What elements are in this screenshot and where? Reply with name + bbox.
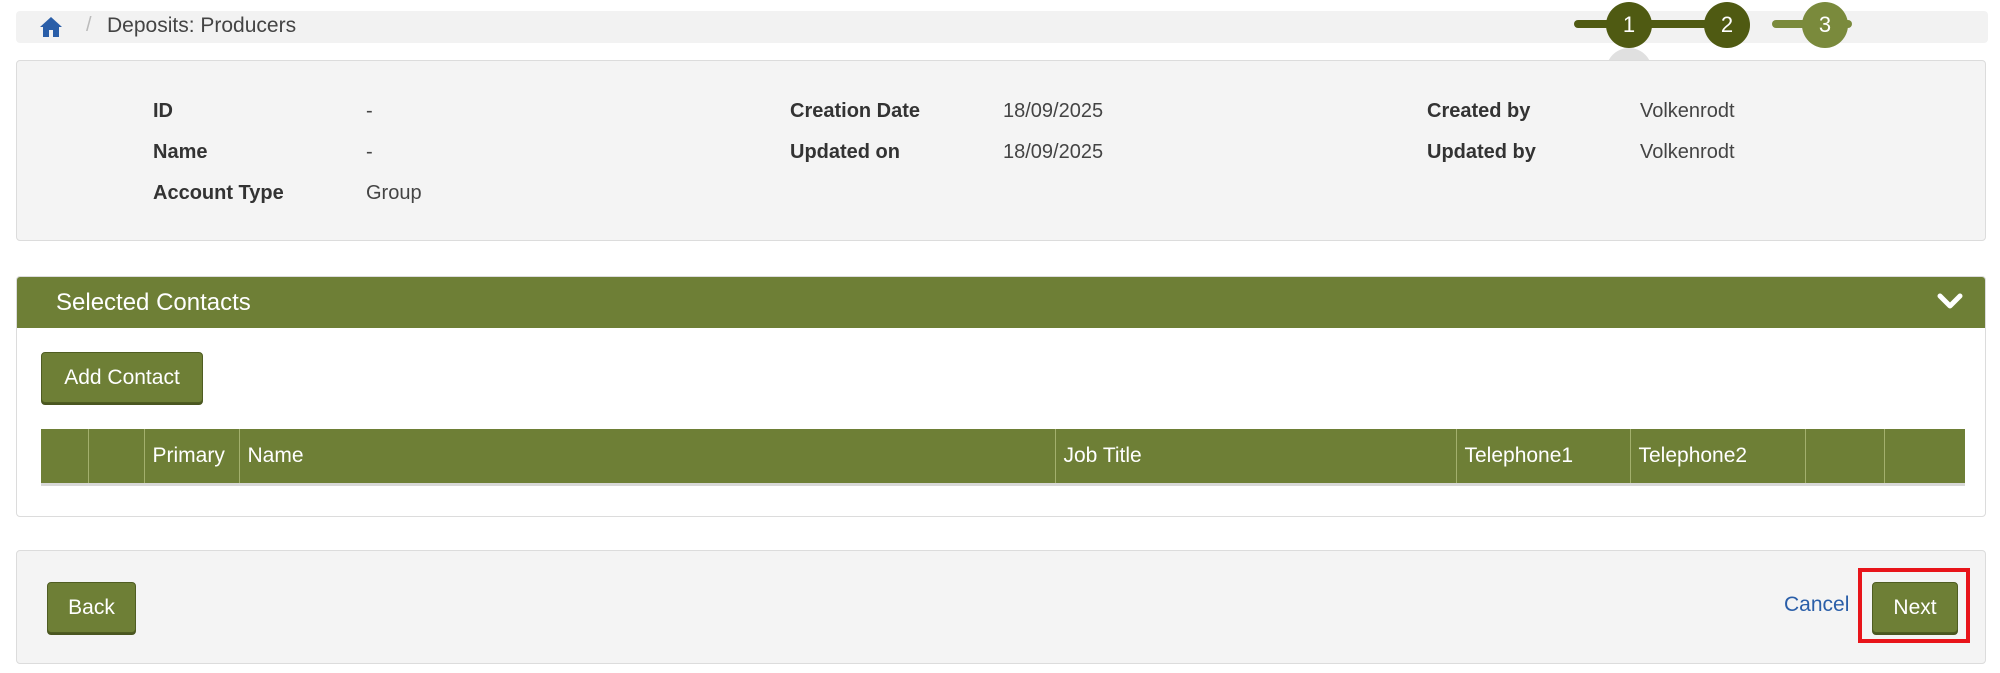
step-1[interactable]: 1: [1606, 2, 1652, 48]
step-2[interactable]: 2: [1704, 2, 1750, 48]
breadcrumb-current: Deposits: Producers: [107, 14, 297, 37]
contacts-panel-title: Selected Contacts: [56, 289, 251, 316]
column-header-primary[interactable]: Primary: [143, 429, 239, 484]
creation-date-label: Creation Date: [790, 100, 921, 122]
selected-contacts-panel: Selected Contacts Add Contact Primary Na…: [16, 276, 1986, 517]
column-header-icon[interactable]: [87, 429, 144, 484]
creation-date-value: 18/09/2025: [1003, 100, 1104, 122]
contacts-panel-header[interactable]: Selected Contacts: [17, 277, 1985, 328]
step-3[interactable]: 3: [1802, 2, 1848, 48]
name-label: Name: [153, 141, 208, 163]
back-button[interactable]: Back: [47, 582, 136, 633]
account-type-value: Group: [366, 182, 422, 204]
updated-on-value: 18/09/2025: [1003, 141, 1104, 163]
updated-on-label: Updated on: [790, 141, 900, 163]
id-label: ID: [153, 100, 173, 122]
column-header-job-title[interactable]: Job Title: [1054, 429, 1456, 484]
name-value: -: [366, 141, 373, 163]
home-icon[interactable]: [39, 16, 63, 38]
created-by-value: Volkenrodt: [1640, 100, 1735, 122]
chevron-down-icon[interactable]: [1937, 293, 1963, 311]
column-header-select[interactable]: [41, 429, 88, 484]
wizard-footer: Back Cancel Next: [16, 550, 1986, 664]
record-info-panel: ID - Name - Account Type Group Creation …: [16, 60, 1986, 241]
updated-by-value: Volkenrodt: [1640, 141, 1735, 163]
id-value: -: [366, 100, 373, 122]
cancel-link[interactable]: Cancel: [1784, 593, 1849, 617]
column-header-name[interactable]: Name: [238, 429, 1055, 484]
breadcrumb-separator: /: [86, 14, 92, 36]
table-header-row: Primary Name Job Title Telephone1 Teleph…: [41, 429, 1965, 484]
contacts-table: Primary Name Job Title Telephone1 Teleph…: [41, 429, 1965, 486]
column-header-telephone2[interactable]: Telephone2: [1629, 429, 1805, 484]
updated-by-label: Updated by: [1427, 141, 1536, 163]
column-header-telephone1[interactable]: Telephone1: [1455, 429, 1630, 484]
column-header-action-1[interactable]: [1804, 429, 1884, 484]
next-button[interactable]: Next: [1872, 582, 1958, 633]
account-type-label: Account Type: [153, 182, 284, 204]
add-contact-button[interactable]: Add Contact: [41, 352, 203, 403]
created-by-label: Created by: [1427, 100, 1531, 122]
column-header-action-2[interactable]: [1883, 429, 1965, 484]
